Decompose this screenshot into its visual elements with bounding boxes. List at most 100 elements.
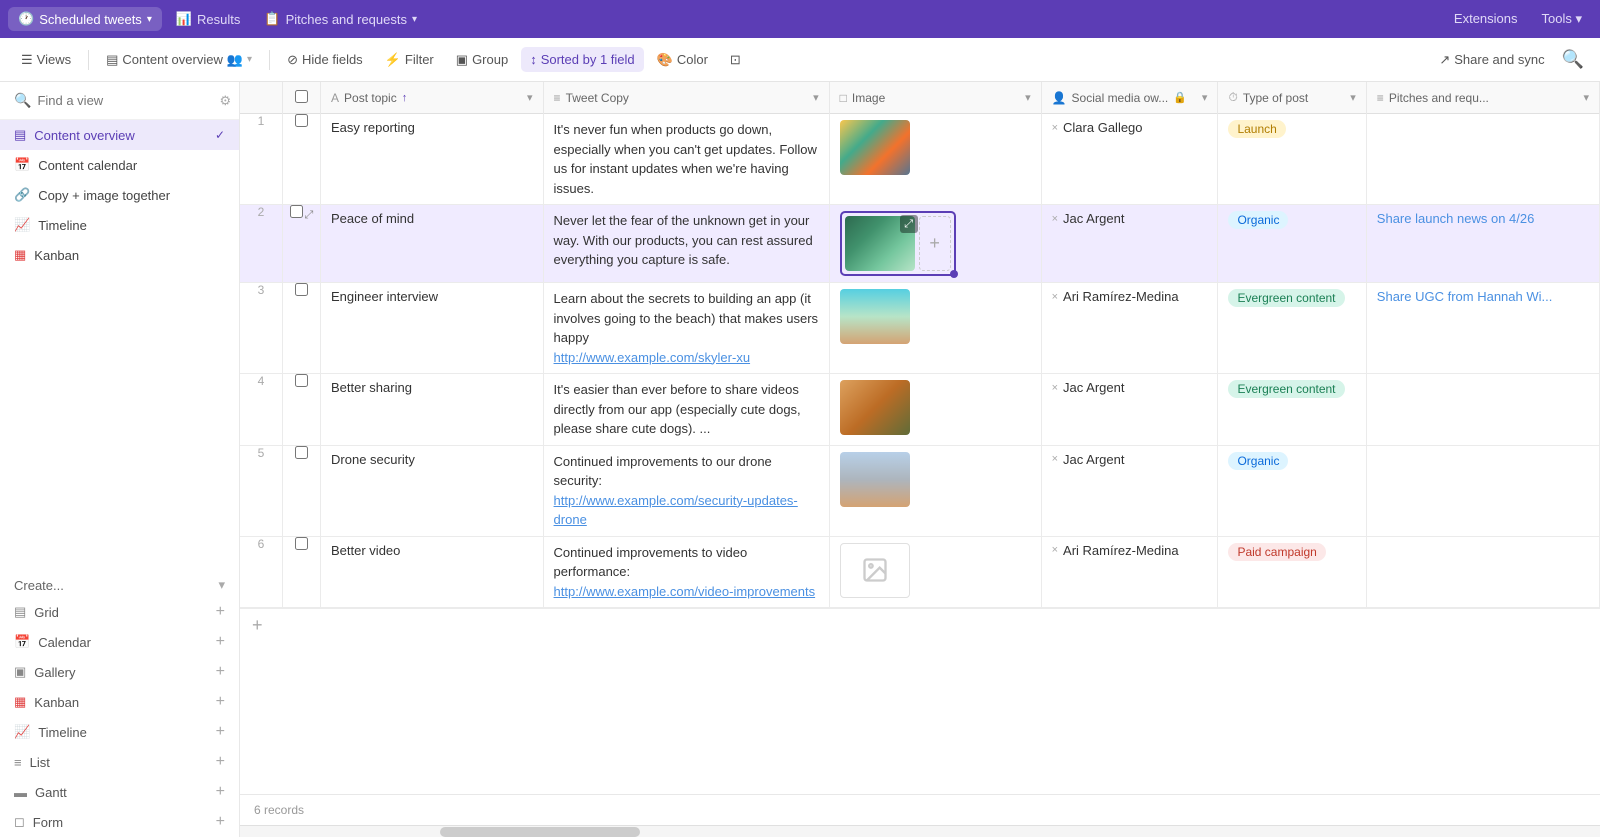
add-row-area[interactable]: +: [240, 608, 1600, 642]
tweet-link[interactable]: http://www.example.com/skyler-xu: [554, 350, 751, 365]
tweet-text: It's never fun when products go down, es…: [554, 122, 817, 196]
h-scrollbar-thumb[interactable]: [440, 827, 640, 837]
plus-timeline-icon[interactable]: +: [216, 723, 225, 741]
image-expand-icon[interactable]: ▾: [1025, 91, 1031, 104]
plus-form-icon[interactable]: +: [216, 813, 225, 831]
image-cell[interactable]: [829, 114, 1041, 205]
create-gallery-item[interactable]: ▣ Gallery +: [0, 657, 239, 687]
remove-owner-button[interactable]: ×: [1052, 213, 1058, 225]
group-button[interactable]: ▣ Group: [447, 47, 517, 73]
create-kanban-item[interactable]: ▦ Kanban +: [0, 687, 239, 717]
create-calendar-item[interactable]: 📅 Calendar +: [0, 627, 239, 657]
hide-fields-button[interactable]: ⊘ Hide fields: [278, 47, 372, 73]
create-form-item[interactable]: ◻ Form +: [0, 807, 239, 837]
extra-button[interactable]: ⊡: [721, 47, 750, 73]
tools-button[interactable]: Tools ▾: [1532, 7, 1593, 31]
sidebar-item-content-calendar[interactable]: 📅 Content calendar: [0, 150, 239, 180]
tab-pitches[interactable]: 📋 Pitches and requests ▾: [254, 7, 427, 31]
sidebar-item-copy-image[interactable]: 🔗 Copy + image together: [0, 180, 239, 210]
create-grid-item[interactable]: ▤ Grid +: [0, 597, 239, 627]
extensions-button[interactable]: Extensions: [1444, 7, 1528, 31]
tab-results[interactable]: 📊 Results: [166, 7, 251, 31]
topic-cell[interactable]: Easy reporting: [321, 114, 544, 205]
topic-cell[interactable]: Better sharing: [321, 374, 544, 446]
expand-image-button[interactable]: ⤢: [900, 215, 918, 233]
row-checkbox[interactable]: [295, 114, 308, 127]
row-checkbox[interactable]: [290, 205, 303, 218]
text-icon: A: [331, 91, 339, 105]
topic-cell[interactable]: Engineer interview: [321, 283, 544, 374]
search-button[interactable]: 🔍: [1558, 45, 1588, 74]
tweet-text: Never let the fear of the unknown get in…: [554, 213, 813, 267]
add-image-button[interactable]: +: [919, 216, 951, 271]
type-tag[interactable]: Organic: [1228, 452, 1288, 470]
find-view-input[interactable]: [37, 93, 213, 108]
row-checkbox[interactable]: [295, 446, 308, 459]
image-cell[interactable]: +⤢: [829, 205, 1041, 283]
topic-cell[interactable]: Drone security: [321, 445, 544, 536]
create-timeline-item[interactable]: 📈 Timeline +: [0, 717, 239, 747]
sidebar-item-content-overview[interactable]: ▤ Content overview ✓: [0, 120, 239, 150]
image-cell[interactable]: [829, 283, 1041, 374]
sidebar-item-kanban[interactable]: ▦ Kanban: [0, 240, 239, 270]
type-tag[interactable]: Organic: [1228, 211, 1288, 229]
image-cell[interactable]: [829, 374, 1041, 446]
type-tag[interactable]: Evergreen content: [1228, 380, 1344, 398]
views-button[interactable]: ☰ Views: [12, 47, 80, 73]
sidebar-item-timeline[interactable]: 📈 Timeline: [0, 210, 239, 240]
expand-row-icon[interactable]: ⤢: [305, 209, 314, 221]
owner-col-icon: 👤: [1052, 91, 1067, 105]
plus-kanban-icon[interactable]: +: [216, 693, 225, 711]
owner-expand-icon[interactable]: ▾: [1202, 91, 1208, 104]
filter-button[interactable]: ⚡ Filter: [376, 47, 443, 73]
add-row-plus-icon[interactable]: +: [252, 615, 263, 636]
type-tag[interactable]: Launch: [1228, 120, 1285, 138]
image-thumbnail[interactable]: [840, 380, 910, 435]
share-sync-button[interactable]: ↗ Share and sync: [1430, 47, 1553, 73]
create-section-toggle[interactable]: Create... ▾: [0, 567, 239, 597]
th-pitches: ≡ Pitches and requ... ▾: [1366, 82, 1599, 114]
image-placeholder: [840, 543, 910, 598]
plus-gallery-icon[interactable]: +: [216, 663, 225, 681]
row-checkbox[interactable]: [295, 537, 308, 550]
plus-grid-icon[interactable]: +: [216, 603, 225, 621]
color-button[interactable]: 🎨 Color: [648, 47, 717, 73]
select-all-checkbox[interactable]: [295, 90, 308, 103]
topic-cell[interactable]: Better video: [321, 536, 544, 608]
image-thumbnail[interactable]: [840, 120, 910, 175]
tweet-link[interactable]: http://www.example.com/security-updates-…: [554, 493, 798, 528]
pitches-cell: Share UGC from Hannah Wi...: [1366, 283, 1599, 374]
image-thumbnail[interactable]: [840, 452, 910, 507]
tweet-expand-icon[interactable]: ▾: [813, 91, 819, 104]
resize-handle[interactable]: [950, 270, 958, 278]
image-cell[interactable]: [829, 536, 1041, 608]
row-checkbox[interactable]: [295, 283, 308, 296]
type-tag[interactable]: Evergreen content: [1228, 289, 1344, 307]
sort-button[interactable]: ↕ Sorted by 1 field: [521, 47, 643, 72]
tweet-link[interactable]: http://www.example.com/video-improvement…: [554, 584, 816, 599]
plus-list-icon[interactable]: +: [216, 753, 225, 771]
image-cell[interactable]: [829, 445, 1041, 536]
type-cell: Organic: [1218, 445, 1366, 536]
remove-owner-button[interactable]: ×: [1052, 122, 1058, 134]
plus-gantt-icon[interactable]: +: [216, 783, 225, 801]
h-scrollbar[interactable]: [240, 825, 1600, 837]
content-overview-button[interactable]: ▤ Content overview 👥 ▾: [97, 47, 261, 73]
plus-calendar-icon[interactable]: +: [216, 633, 225, 651]
type-expand-icon[interactable]: ▾: [1350, 91, 1356, 104]
settings-icon[interactable]: ⚙: [219, 93, 231, 109]
remove-owner-button[interactable]: ×: [1052, 291, 1058, 303]
results-icon: 📊: [176, 11, 192, 27]
remove-owner-button[interactable]: ×: [1052, 453, 1058, 465]
topic-cell[interactable]: Peace of mind: [321, 205, 544, 283]
type-tag[interactable]: Paid campaign: [1228, 543, 1325, 561]
remove-owner-button[interactable]: ×: [1052, 544, 1058, 556]
image-thumbnail[interactable]: [840, 289, 910, 344]
tab-scheduled-tweets[interactable]: 🕐 Scheduled tweets ▾: [8, 7, 162, 31]
row-checkbox[interactable]: [295, 374, 308, 387]
create-list-item[interactable]: ≡ List +: [0, 747, 239, 777]
remove-owner-button[interactable]: ×: [1052, 382, 1058, 394]
create-gantt-item[interactable]: ▬ Gantt +: [0, 777, 239, 807]
pitches-expand-icon[interactable]: ▾: [1583, 91, 1589, 104]
topic-expand-icon[interactable]: ▾: [527, 91, 533, 104]
